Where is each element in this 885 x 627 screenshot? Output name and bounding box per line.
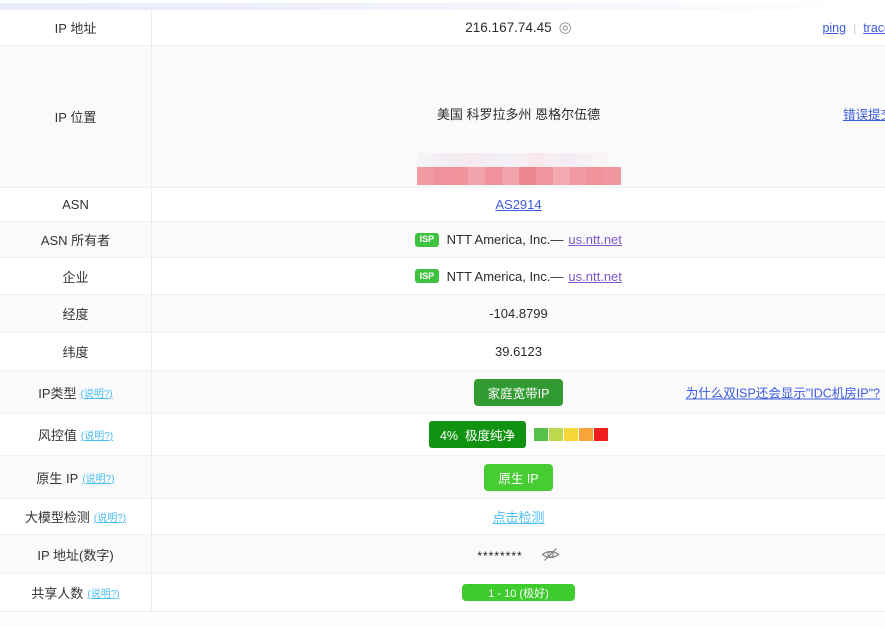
risk-scale-bar: [534, 428, 609, 441]
risk-score-badge: 4% 极度纯净: [428, 421, 527, 448]
asn-owner-name: NTT America, Inc.—: [446, 232, 564, 247]
enterprise-site-link[interactable]: us.ntt.net: [568, 269, 621, 284]
row-label-asn-owner: ASN 所有者: [0, 222, 152, 257]
risk-text: 极度纯净: [465, 429, 516, 443]
table-row-ip-type: IP类型 (说明?) 家庭宽带IP 为什么双ISP还会显示"IDC机房IP"?: [0, 371, 885, 414]
row-value-llm-detect: 点击检测: [152, 499, 885, 534]
enterprise-name: NTT America, Inc.—: [446, 268, 564, 284]
help-link[interactable]: (说明?): [94, 509, 126, 524]
row-value-ip-address: 216.167.74.45 ◎ ping | trace: [152, 10, 885, 45]
table-row-shared-count: 共享人数 (说明?) 1 - 10 (极好): [0, 574, 885, 612]
label-text: ASN: [62, 197, 89, 212]
help-link[interactable]: (说明?): [82, 470, 114, 485]
row-value-ip-type: 家庭宽带IP 为什么双ISP还会显示"IDC机房IP"?: [152, 371, 885, 413]
table-row-risk-value: 风控值 (说明?) 4% 极度纯净: [0, 414, 885, 456]
label-text: ASN 所有者: [40, 233, 111, 248]
row-value-longitude: -104.8799: [152, 295, 885, 332]
row-label-ip-location: IP 位置: [0, 46, 152, 187]
label-text: 共享人数: [31, 586, 84, 601]
table-row-asn: ASN AS2914: [0, 188, 885, 222]
native-ip-badge: 原生 IP: [484, 463, 553, 491]
shared-count-badge: 1 - 10 (极好): [462, 584, 575, 601]
error-submit-link[interactable]: 错误提交: [843, 104, 885, 123]
label-text: 纬度: [62, 345, 89, 360]
bottom-spacer: [0, 617, 885, 627]
row-label-native-ip: 原生 IP (说明?): [0, 456, 152, 498]
ip-info-table: IP 地址 216.167.74.45 ◎ ping | trace IP 位置…: [0, 10, 885, 612]
row-label-latitude: 纬度: [0, 333, 152, 370]
row-value-native-ip: 原生 IP: [152, 456, 885, 498]
link-separator: |: [853, 20, 857, 35]
censored-mosaic: [416, 153, 621, 185]
row-value-ip-numeric: ********: [152, 535, 885, 573]
label-text: IP 地址: [54, 21, 97, 36]
ip-actions: ping | trace: [822, 21, 885, 35]
label-text: IP 地址(数字): [37, 547, 114, 563]
row-label-ip-type: IP类型 (说明?): [0, 371, 152, 413]
ip-type-badge: 家庭宽带IP: [473, 378, 564, 406]
censored-mosaic-main: [416, 167, 621, 185]
row-value-asn-owner: ISP NTT America, Inc.— us.ntt.net: [152, 222, 885, 257]
trace-link[interactable]: trace: [863, 21, 885, 35]
table-row-native-ip: 原生 IP (说明?) 原生 IP: [0, 456, 885, 499]
table-row-asn-owner: ASN 所有者 ISP NTT America, Inc.— us.ntt.ne…: [0, 222, 885, 258]
table-row-ip-location: IP 位置 美国 科罗拉多州 恩格尔伍德 错误提交: [0, 46, 885, 188]
row-value-ip-location: 美国 科罗拉多州 恩格尔伍德 错误提交: [152, 46, 885, 187]
table-row-llm-detect: 大模型检测 (说明?) 点击检测: [0, 499, 885, 535]
help-link[interactable]: (说明?): [81, 385, 113, 400]
row-label-ip-address: IP 地址: [0, 10, 152, 45]
click-detect-link[interactable]: 点击检测: [492, 507, 544, 526]
row-label-asn: ASN: [0, 188, 152, 221]
ip-address-value: 216.167.74.45: [465, 20, 552, 35]
row-label-risk-value: 风控值 (说明?): [0, 414, 152, 455]
ip-numeric-hidden-value: ********: [477, 549, 523, 563]
ip-info-panel: IP 地址 216.167.74.45 ◎ ping | trace IP 位置…: [0, 0, 885, 627]
label-text: 大模型检测: [24, 510, 90, 525]
row-value-shared-count: 1 - 10 (极好): [152, 574, 885, 611]
row-value-enterprise: ISP NTT America, Inc.— us.ntt.net: [152, 258, 885, 294]
help-link[interactable]: (说明?): [87, 585, 119, 600]
bullseye-view-icon[interactable]: ◎: [559, 20, 572, 35]
row-label-enterprise: 企业: [0, 258, 152, 294]
ip-type-actions: 为什么双ISP还会显示"IDC机房IP"?: [686, 383, 880, 402]
isp-badge: ISP: [415, 232, 439, 247]
table-row-ip-numeric: IP 地址(数字) ********: [0, 535, 885, 574]
help-link[interactable]: (说明?): [81, 427, 113, 442]
row-label-longitude: 经度: [0, 295, 152, 332]
label-text: IP类型: [38, 385, 77, 401]
label-text: 企业: [62, 269, 89, 285]
label-text: 原生 IP: [36, 470, 79, 486]
ping-link[interactable]: ping: [822, 21, 846, 35]
row-label-ip-numeric: IP 地址(数字): [0, 535, 152, 573]
table-row-ip-address: IP 地址 216.167.74.45 ◎ ping | trace: [0, 10, 885, 46]
eye-off-icon[interactable]: [541, 547, 560, 562]
asn-owner-site-link[interactable]: us.ntt.net: [568, 232, 621, 247]
table-row-latitude: 纬度 39.6123: [0, 333, 885, 371]
asn-link[interactable]: AS2914: [495, 197, 541, 212]
label-text: 风控值: [37, 428, 77, 443]
risk-percent: 4%: [439, 429, 459, 443]
label-text: 经度: [62, 307, 89, 322]
table-row-longitude: 经度 -104.8799: [0, 295, 885, 333]
longitude-value: -104.8799: [489, 306, 548, 321]
isp-badge: ISP: [415, 269, 439, 283]
row-value-asn: AS2914: [152, 188, 885, 221]
censored-mosaic-top: [416, 153, 621, 167]
top-divider-strip: [0, 3, 885, 10]
table-row-enterprise: 企业 ISP NTT America, Inc.— us.ntt.net: [0, 258, 885, 295]
row-value-latitude: 39.6123: [152, 333, 885, 370]
label-text: IP 位置: [54, 110, 97, 125]
row-value-risk-value: 4% 极度纯净: [152, 414, 885, 455]
latitude-value: 39.6123: [495, 344, 542, 359]
row-label-llm-detect: 大模型检测 (说明?): [0, 499, 152, 534]
why-idc-link[interactable]: 为什么双ISP还会显示"IDC机房IP"?: [686, 383, 880, 402]
ip-location-value: 美国 科罗拉多州 恩格尔伍德: [436, 107, 601, 122]
row-label-shared-count: 共享人数 (说明?): [0, 574, 152, 611]
